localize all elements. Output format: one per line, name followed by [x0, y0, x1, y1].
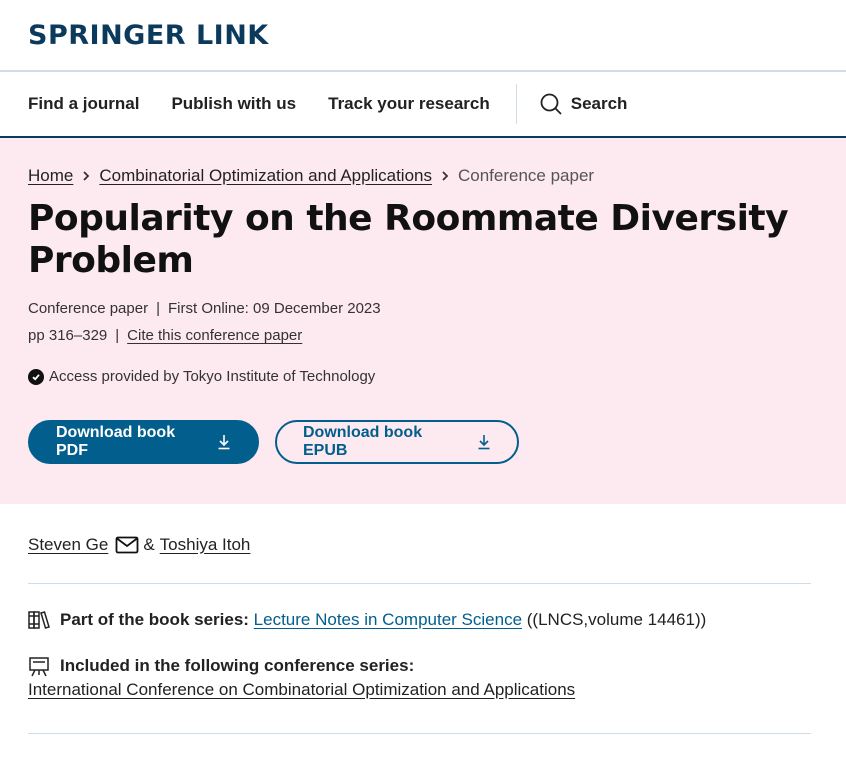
- access-text: Access provided by Tokyo Institute of Te…: [49, 368, 376, 385]
- download-buttons: Download book PDF Download book EPUB: [28, 420, 818, 464]
- book-series-link[interactable]: Lecture Notes in Computer Science: [254, 610, 522, 629]
- presentation-icon: [28, 656, 52, 678]
- nav-publish-with-us[interactable]: Publish with us: [171, 94, 296, 114]
- breadcrumb: Home Combinatorial Optimization and Appl…: [28, 166, 818, 186]
- meta-separator: |: [115, 327, 120, 344]
- book-series-label: Part of the book series:: [60, 610, 249, 629]
- article-type: Conference paper: [28, 300, 149, 317]
- article-details: Steven Ge & Toshiya Itoh Part of the boo…: [0, 504, 846, 734]
- site-header: SPRINGER LINK: [0, 0, 846, 72]
- main-nav: Find a journal Publish with us Track you…: [0, 72, 846, 138]
- first-online-date: First Online: 09 December 2023: [168, 300, 381, 317]
- section-divider: [28, 733, 811, 734]
- book-series-row: Part of the book series: Lecture Notes i…: [28, 610, 811, 630]
- chevron-right-icon: [81, 170, 91, 182]
- download-icon: [207, 434, 231, 450]
- search-icon: [539, 92, 563, 116]
- conference-series-link[interactable]: International Conference on Combinatoria…: [28, 680, 575, 700]
- download-pdf-button[interactable]: Download book PDF: [28, 420, 259, 464]
- nav-find-journal[interactable]: Find a journal: [28, 94, 139, 114]
- search-label: Search: [570, 94, 628, 113]
- search-button[interactable]: Search: [539, 92, 628, 116]
- cite-link[interactable]: Cite this conference paper: [127, 327, 302, 344]
- breadcrumb-home[interactable]: Home: [28, 166, 73, 186]
- author-list: Steven Ge & Toshiya Itoh: [28, 504, 811, 584]
- author-link[interactable]: Toshiya Itoh: [160, 535, 251, 555]
- download-epub-button[interactable]: Download book EPUB: [275, 420, 519, 464]
- meta-separator: |: [156, 300, 160, 317]
- check-circle-icon: [28, 368, 44, 385]
- nav-divider: [515, 84, 517, 124]
- page-range: pp 316–329: [28, 327, 108, 344]
- conference-series-row: Included in the following conference ser…: [28, 656, 811, 700]
- breadcrumb-parent[interactable]: Combinatorial Optimization and Applicati…: [99, 166, 432, 186]
- conference-series-label: Included in the following conference ser…: [60, 656, 415, 675]
- page-title: Popularity on the Roommate Diversity Pro…: [28, 198, 789, 281]
- breadcrumb-current: Conference paper: [457, 166, 595, 185]
- books-icon: [28, 610, 52, 630]
- mail-icon[interactable]: [115, 536, 139, 554]
- article-meta-pages: pp 316–329 | Cite this conference paper: [28, 327, 818, 344]
- book-series-volume: ((LNCS,volume 14461)): [526, 610, 707, 629]
- access-notice: Access provided by Tokyo Institute of Te…: [28, 368, 818, 385]
- article-hero: Home Combinatorial Optimization and Appl…: [0, 138, 846, 504]
- nav-track-research[interactable]: Track your research: [328, 94, 490, 114]
- download-epub-label: Download book EPUB: [303, 424, 423, 459]
- download-pdf-label: Download book PDF: [56, 424, 176, 459]
- chevron-right-icon: [440, 170, 450, 182]
- author-separator: &: [143, 534, 155, 554]
- springer-link-logo[interactable]: SPRINGER LINK: [28, 20, 269, 51]
- article-meta: Conference paper | First Online: 09 Dece…: [28, 300, 818, 317]
- download-icon: [467, 434, 491, 450]
- author-link[interactable]: Steven Ge: [28, 535, 108, 555]
